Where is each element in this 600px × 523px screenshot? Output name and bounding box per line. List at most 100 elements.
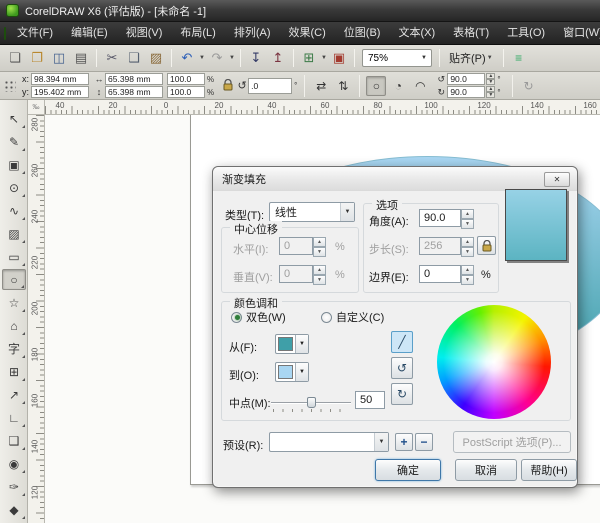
copy-button[interactable]: ❑ xyxy=(123,47,145,69)
spinner-buttons[interactable]: ▲ ▼ xyxy=(486,73,496,85)
edge-pad-spinner[interactable]: 0 ▲ ▼ xyxy=(419,265,474,285)
change-direction-button[interactable]: ↻ xyxy=(519,76,539,96)
zoom-level-combo[interactable]: 75% ▼ xyxy=(362,49,432,67)
presets-combo[interactable]: ▼ xyxy=(269,432,389,452)
export-button[interactable]: ↥ xyxy=(267,47,289,69)
mid-point-slider[interactable] xyxy=(271,397,351,412)
options-button[interactable]: ≡ xyxy=(508,47,530,69)
spinner-buttons[interactable]: ▲ ▼ xyxy=(461,209,474,229)
dialog-title-bar[interactable]: 渐变填充 xyxy=(213,167,577,191)
ruler-origin-corner[interactable]: ‰ xyxy=(28,100,45,115)
color-wheel[interactable] xyxy=(437,305,551,419)
chevron-down-icon[interactable]: ▼ xyxy=(295,335,308,353)
ok-button[interactable]: 确定 xyxy=(375,459,441,481)
object-height-field[interactable]: 65.398 mm xyxy=(105,86,163,98)
chevron-down-icon[interactable]: ▼ xyxy=(486,55,494,61)
polygon-tool[interactable]: ☆ xyxy=(2,292,26,313)
slider-thumb[interactable] xyxy=(307,397,316,408)
scale-h-field[interactable]: 100.0 xyxy=(167,73,205,85)
menu-item[interactable]: 布局(L) xyxy=(171,22,224,45)
ellipse-mode-button[interactable]: ○ xyxy=(366,75,387,96)
eyedropper-tool[interactable]: ✑ xyxy=(2,476,26,497)
chevron-down-icon[interactable]: ▼ xyxy=(320,55,328,61)
snap-to-button[interactable]: 贴齐(P) ▼ xyxy=(444,48,499,68)
chevron-down-icon[interactable]: ▼ xyxy=(295,363,308,381)
save-button[interactable]: ◫ xyxy=(48,47,70,69)
from-color-picker[interactable]: ▼ xyxy=(275,334,309,354)
start-angle-field[interactable]: 90.0 xyxy=(447,73,486,85)
open-button[interactable]: ❐ xyxy=(26,47,48,69)
connector-tool[interactable]: ∟ xyxy=(2,407,26,428)
two-color-radio[interactable]: 双色(W) xyxy=(231,309,286,325)
cut-button[interactable]: ✂ xyxy=(101,47,123,69)
menu-item[interactable]: 文件(F) xyxy=(8,22,62,45)
menu-item[interactable]: 位图(B) xyxy=(335,22,390,45)
x-position-field[interactable]: 98.394 mm xyxy=(31,73,89,85)
outline-pen-tool[interactable]: ◆ xyxy=(2,499,26,520)
dimension-tool[interactable]: ↗ xyxy=(2,384,26,405)
mirror-horizontal-button[interactable]: ⇄ xyxy=(311,76,331,96)
type-combo[interactable]: 线性 ▼ xyxy=(269,202,355,222)
mirror-vertical-button[interactable]: ⇅ xyxy=(333,76,353,96)
print-button[interactable]: ▤ xyxy=(70,47,92,69)
rotation-angle-field[interactable]: .0 xyxy=(248,77,293,94)
vertical-ruler[interactable]: 280 260 240 220 200 180 160 140 120 xyxy=(28,115,45,523)
object-width-field[interactable]: 65.398 mm xyxy=(105,73,163,85)
application-launcher-button[interactable]: ⊞ xyxy=(298,47,320,69)
menu-item[interactable]: 窗口(W) xyxy=(554,22,600,45)
import-button[interactable]: ↧ xyxy=(245,47,267,69)
menu-item[interactable]: 视图(V) xyxy=(117,22,172,45)
cancel-button[interactable]: 取消 xyxy=(455,459,517,481)
mid-point-field[interactable]: 50 xyxy=(355,391,385,409)
menu-item[interactable]: 文本(X) xyxy=(389,22,444,45)
spinner-buttons[interactable]: ▲ ▼ xyxy=(486,86,496,98)
end-angle-field[interactable]: 90.0 xyxy=(447,86,486,98)
steps-lock-button[interactable] xyxy=(477,236,496,255)
dialog-close-button[interactable]: ✕ xyxy=(544,172,570,187)
to-color-picker[interactable]: ▼ xyxy=(275,362,309,382)
arc-mode-button[interactable]: ◠ xyxy=(410,76,430,96)
redo-button[interactable]: ↷ xyxy=(206,47,228,69)
basic-shapes-tool[interactable]: ⌂ xyxy=(2,315,26,336)
menu-item[interactable]: 工具(O) xyxy=(498,22,554,45)
chevron-down-icon[interactable]: ▼ xyxy=(340,203,354,221)
contour-tool[interactable]: ◉ xyxy=(2,453,26,474)
menu-item[interactable]: 排列(A) xyxy=(225,22,280,45)
chevron-down-icon[interactable]: ▼ xyxy=(198,55,206,61)
menu-item[interactable]: 编辑(E) xyxy=(62,22,117,45)
pie-mode-button[interactable]: ◔ xyxy=(388,76,408,96)
angle-spinner[interactable]: 90.0 ▲ ▼ xyxy=(419,209,474,229)
counterclockwise-path-button[interactable]: ↺ xyxy=(391,357,413,379)
ellipse-tool[interactable]: ○ xyxy=(2,269,26,290)
add-preset-button[interactable]: + xyxy=(395,433,413,451)
chevron-down-icon[interactable]: ▼ xyxy=(417,50,431,66)
drawing-canvas[interactable]: 渐变填充 ✕ 类型(T): 线性 ▼ 中心位移 水平(I): 0 ▲ ▼ % 垂… xyxy=(45,115,600,523)
remove-preset-button[interactable]: − xyxy=(415,433,433,451)
drop-shadow-tool[interactable]: ❑ xyxy=(2,430,26,451)
text-tool[interactable]: 字 xyxy=(2,338,26,359)
scale-v-field[interactable]: 100.0 xyxy=(167,86,205,98)
smart-fill-tool[interactable]: ▨ xyxy=(2,223,26,244)
paste-button[interactable]: ▨ xyxy=(145,47,167,69)
y-position-field[interactable]: 195.402 mm xyxy=(31,86,89,98)
spinner-buttons[interactable]: ▲ ▼ xyxy=(461,265,474,285)
menu-item[interactable]: 效果(C) xyxy=(280,22,335,45)
help-button[interactable]: 帮助(H) xyxy=(521,459,577,481)
custom-radio[interactable]: 自定义(C) xyxy=(321,309,384,325)
zoom-tool[interactable]: ⊙ xyxy=(2,177,26,198)
new-button[interactable]: ❏ xyxy=(4,47,26,69)
document-menu-icon[interactable] xyxy=(4,26,6,40)
crop-tool[interactable]: ▣ xyxy=(2,154,26,175)
pick-tool[interactable]: ↖ xyxy=(2,108,26,129)
table-tool[interactable]: ⊞ xyxy=(2,361,26,382)
menu-item[interactable]: 表格(T) xyxy=(444,22,498,45)
shape-tool[interactable]: ✎ xyxy=(2,131,26,152)
freehand-tool[interactable]: ∿ xyxy=(2,200,26,221)
lock-ratio-icon[interactable] xyxy=(223,78,233,93)
chevron-down-icon[interactable]: ▼ xyxy=(374,433,388,451)
object-origin-grid[interactable] xyxy=(4,79,16,92)
chevron-down-icon[interactable]: ▼ xyxy=(228,55,236,61)
clockwise-path-button[interactable]: ↻ xyxy=(391,383,413,405)
horizontal-ruler[interactable]: 40 20 0 20 40 60 80 100 120 140 160 xyxy=(45,100,600,115)
undo-button[interactable]: ↶ xyxy=(176,47,198,69)
